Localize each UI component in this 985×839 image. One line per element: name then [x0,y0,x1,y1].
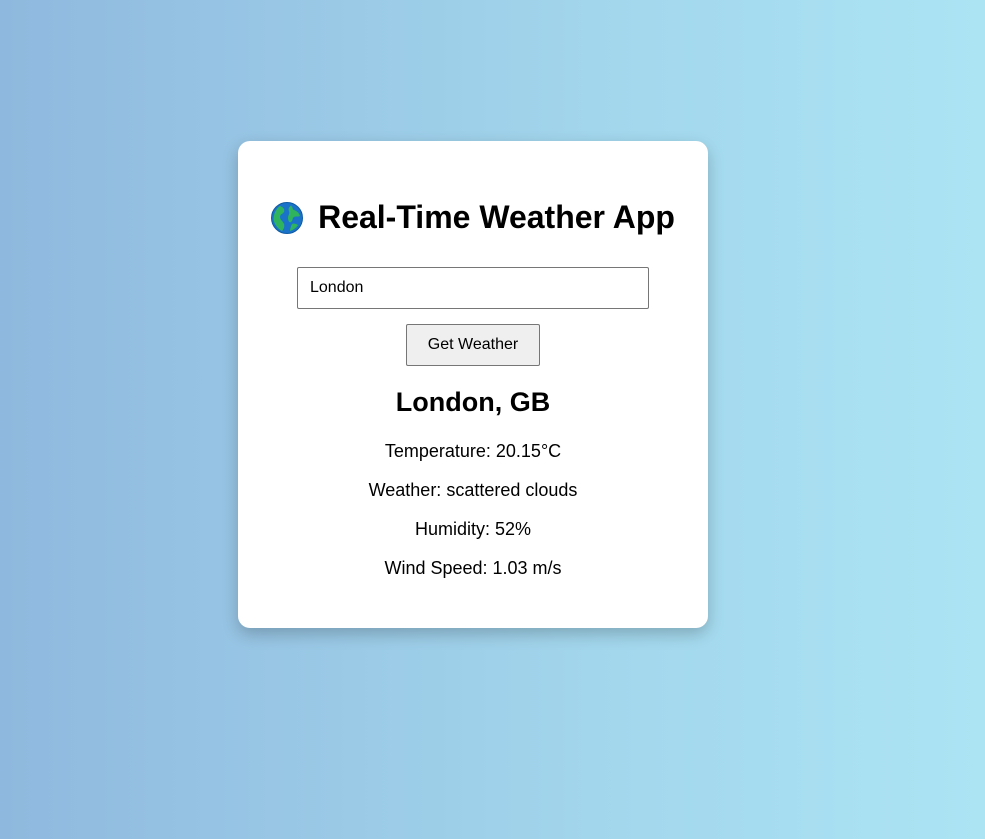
app-title-text: Real-Time Weather App [318,198,675,235]
get-weather-button[interactable]: Get Weather [406,324,540,366]
app-title: Real-Time Weather App [238,197,708,237]
weather-description-text: Weather: scattered clouds [368,480,578,500]
wind-speed-text: Wind Speed: 1.03 m/s [384,558,562,578]
temperature-text: Temperature: 20.15°C [384,441,562,461]
humidity-text: Humidity: 52% [414,519,532,539]
globe-icon [271,202,304,234]
weather-card: Real-Time Weather App Get Weather London… [238,141,708,628]
city-search-input[interactable] [297,267,649,309]
location-heading: London, GB [395,387,551,417]
